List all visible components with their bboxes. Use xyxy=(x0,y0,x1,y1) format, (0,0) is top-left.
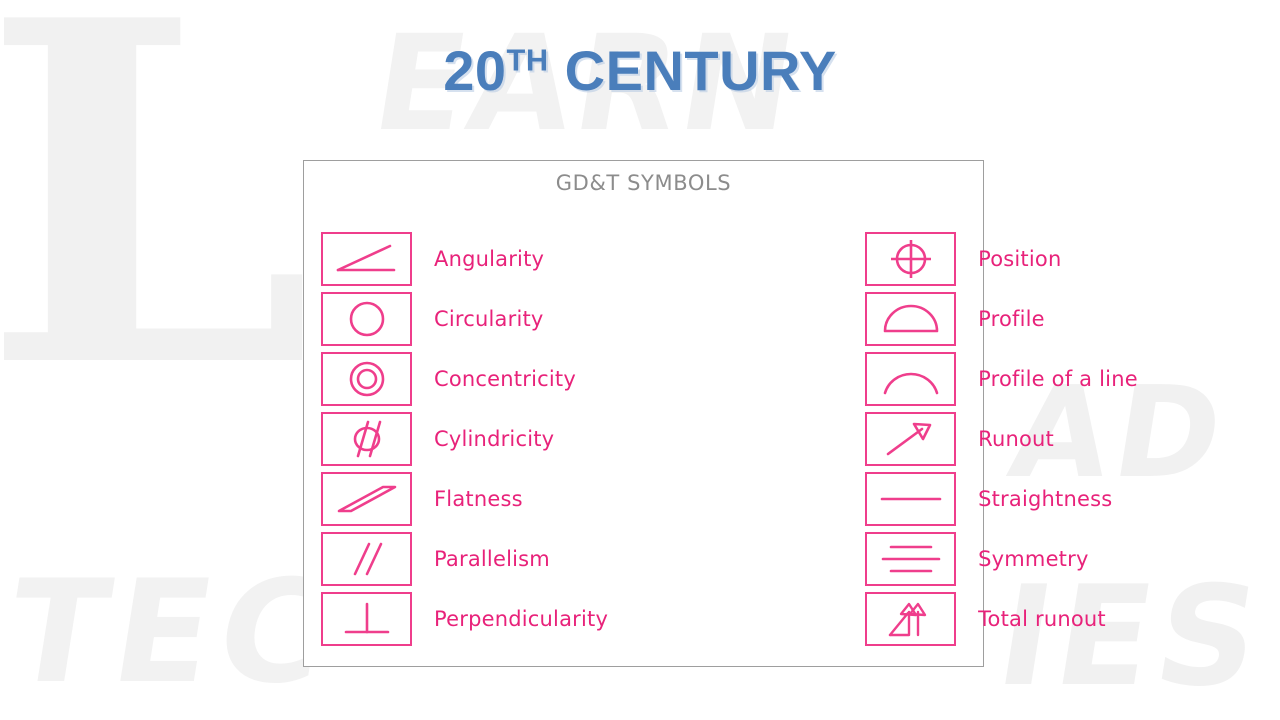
cylindricity-symbol xyxy=(321,412,412,466)
symbol-row[interactable]: Flatness xyxy=(321,469,608,529)
symbol-row[interactable]: Total runout xyxy=(865,589,1138,649)
symbol-column-right: Position Profile Profile of a line Runou… xyxy=(865,229,1138,649)
symbol-row[interactable]: Cylindricity xyxy=(321,409,608,469)
symbol-row[interactable]: Profile xyxy=(865,289,1138,349)
symbol-label: Symmetry xyxy=(978,547,1089,571)
symbol-row[interactable]: Parallelism xyxy=(321,529,608,589)
symbol-label: Cylindricity xyxy=(434,427,555,451)
symbol-label: Straightness xyxy=(978,487,1113,511)
symbol-label: Circularity xyxy=(434,307,544,331)
watermark-tec: TEC xyxy=(0,550,346,715)
symbol-row[interactable]: Runout xyxy=(865,409,1138,469)
panel-heading: GD&T SYMBOLS xyxy=(555,171,732,195)
symbol-label: Angularity xyxy=(434,247,545,271)
parallelism-symbol xyxy=(321,532,412,586)
position-symbol xyxy=(865,232,957,286)
title-number: 20 xyxy=(443,39,507,102)
perpendicularity-symbol xyxy=(321,592,412,646)
symbol-row[interactable]: Profile of a line xyxy=(865,349,1138,409)
symbol-label: Concentricity xyxy=(434,367,576,391)
symbol-row[interactable]: Straightness xyxy=(865,469,1138,529)
title-word: CENTURY xyxy=(548,39,837,102)
title-ordinal-suffix: TH xyxy=(506,42,549,78)
page-title: 20TH CENTURY xyxy=(0,38,1280,103)
symbol-label: Total runout xyxy=(978,607,1106,631)
gdt-symbols-panel: GD&T SYMBOLS Angularity Circularity Conc… xyxy=(303,160,1138,667)
profile-of-a-line-symbol xyxy=(865,352,957,406)
symbol-label: Profile of a line xyxy=(978,367,1138,391)
symbol-label: Parallelism xyxy=(434,547,550,571)
symbol-row[interactable]: Circularity xyxy=(321,289,608,349)
symbol-row[interactable]: Position xyxy=(865,229,1138,289)
symbol-label: Position xyxy=(978,247,1062,271)
symbol-row[interactable]: Symmetry xyxy=(865,529,1138,589)
symbol-row[interactable]: Angularity xyxy=(321,229,608,289)
symbol-columns: Angularity Circularity Concentricity Cyl… xyxy=(304,229,1138,649)
symbol-label: Flatness xyxy=(434,487,523,511)
symmetry-symbol xyxy=(865,532,957,586)
runout-symbol xyxy=(865,412,957,466)
symbol-label: Profile xyxy=(978,307,1045,331)
total-runout-symbol xyxy=(865,592,957,646)
symbol-column-left: Angularity Circularity Concentricity Cyl… xyxy=(321,229,608,649)
circularity-symbol xyxy=(321,292,412,346)
flatness-symbol xyxy=(321,472,412,526)
symbol-row[interactable]: Perpendicularity xyxy=(321,589,608,649)
symbol-label: Perpendicularity xyxy=(434,607,609,631)
straightness-symbol xyxy=(865,472,957,526)
concentricity-symbol xyxy=(321,352,412,406)
symbol-row[interactable]: Concentricity xyxy=(321,349,608,409)
slide-canvas: L EARN AD TEC IES 20TH CENTURY GD&T SYMB… xyxy=(0,0,1280,720)
angularity-symbol xyxy=(321,232,412,286)
profile-symbol xyxy=(865,292,957,346)
symbol-label: Runout xyxy=(978,427,1054,451)
